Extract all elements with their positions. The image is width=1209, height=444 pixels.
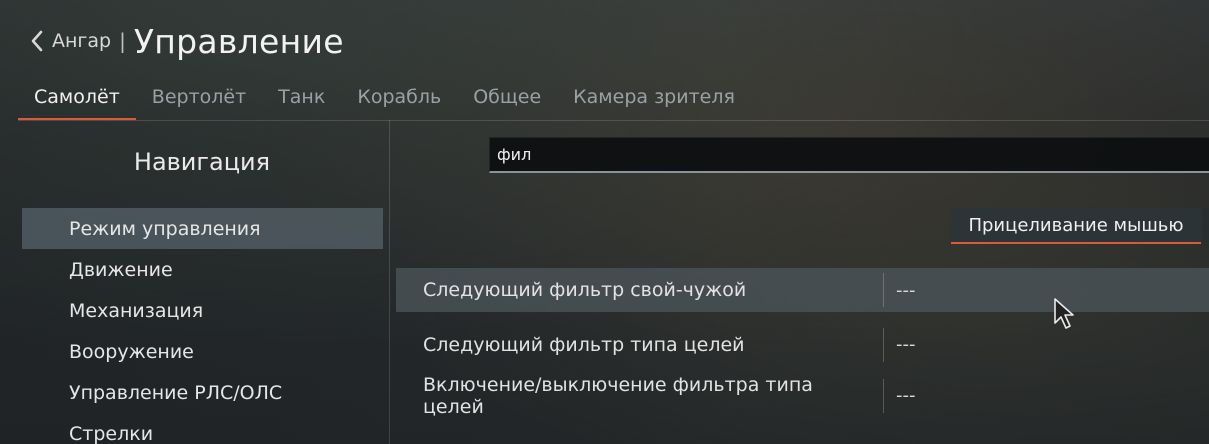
tab-tank[interactable]: Танк [262, 76, 341, 120]
header: Ангар | Управление [30, 18, 344, 64]
sidebar-nav: Режим управления Движение Механизация Во… [22, 208, 383, 444]
binding-value[interactable]: --- [884, 334, 916, 355]
tab-helicopter[interactable]: Вертолёт [136, 76, 262, 120]
search-input[interactable] [489, 137, 1209, 173]
tabs-divider [18, 120, 1209, 121]
sidebar-item-control-mode[interactable]: Режим управления [22, 208, 383, 249]
tab-spectator-camera[interactable]: Камера зрителя [557, 76, 751, 120]
tab-ship[interactable]: Корабль [341, 76, 457, 120]
category-tabs: Самолёт Вертолёт Танк Корабль Общее Каме… [18, 76, 751, 120]
sidebar-item-weapons[interactable]: Вооружение [22, 331, 383, 372]
tab-aircraft[interactable]: Самолёт [18, 76, 136, 120]
sidebar-item-radar-control[interactable]: Управление РЛС/ОЛС [22, 372, 383, 413]
page-title: Управление [133, 21, 344, 61]
preset-button-edge [1203, 208, 1209, 242]
binding-label: Включение/выключение фильтра типа целей [423, 373, 813, 418]
tab-common[interactable]: Общее [457, 76, 557, 120]
back-button[interactable]: Ангар [30, 30, 111, 52]
binding-label: Следующий фильтр типа целей [423, 333, 745, 356]
binding-row[interactable]: Следующий фильтр типа целей --- [396, 319, 1209, 370]
sidebar-divider [389, 120, 390, 444]
sidebar-item-movement[interactable]: Движение [22, 249, 383, 290]
sidebar-title: Навигация [133, 148, 271, 176]
binding-value[interactable]: --- [884, 280, 916, 301]
binding-value[interactable]: --- [884, 385, 916, 406]
chevron-left-icon [31, 30, 43, 52]
control-preset-button[interactable]: Прицеливание мышью [951, 208, 1201, 244]
mouse-pointer-icon [1054, 298, 1074, 329]
bindings-list: Следующий фильтр свой-чужой --- Следующи… [396, 268, 1209, 421]
binding-row[interactable]: Следующий фильтр свой-чужой --- [396, 268, 1209, 312]
back-label: Ангар [52, 30, 112, 52]
binding-row[interactable]: Включение/выключение фильтра типа целей … [396, 370, 1209, 421]
sidebar-item-gunners[interactable]: Стрелки [22, 413, 383, 444]
binding-label: Следующий фильтр свой-чужой [423, 279, 747, 301]
sidebar-item-mechanization[interactable]: Механизация [22, 290, 383, 331]
title-separator: | [119, 29, 126, 53]
